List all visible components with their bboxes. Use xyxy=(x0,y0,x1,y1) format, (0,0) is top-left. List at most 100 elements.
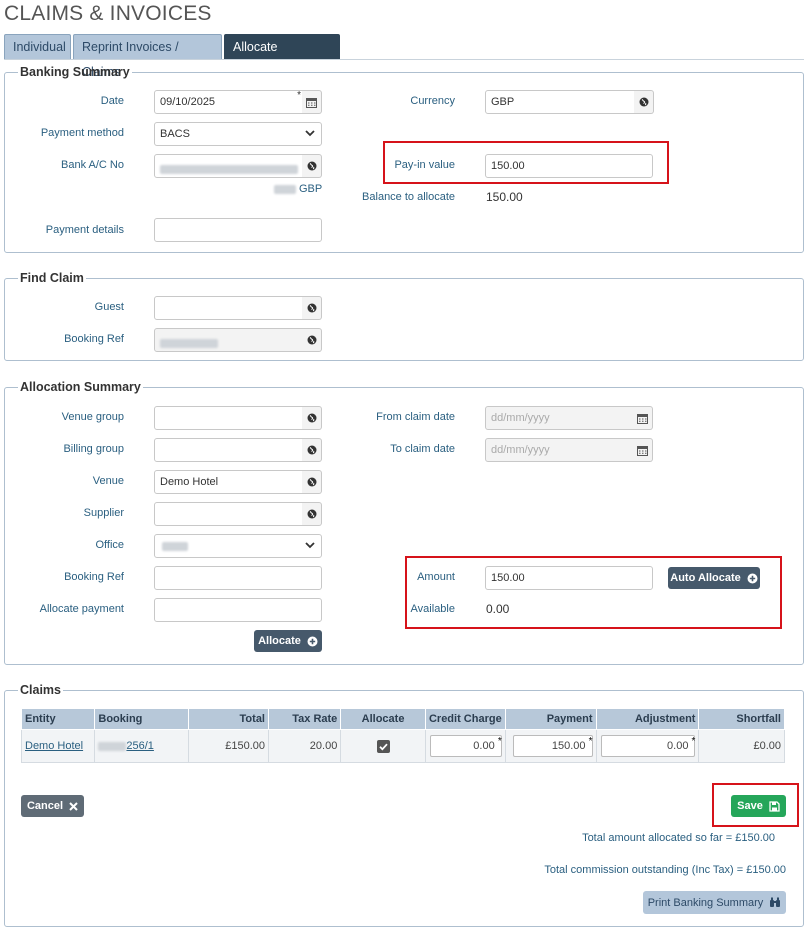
check-icon xyxy=(378,743,388,750)
column-header: Adjustment xyxy=(595,708,700,730)
find-claim-section: Find Claim xyxy=(4,271,804,361)
required-marker: * xyxy=(497,736,502,747)
highlight-box xyxy=(405,556,782,629)
table-row: Demo Hotel 256/1 £150.00 20.00 0.00 * 150… xyxy=(20,729,785,763)
allocate-button[interactable]: Allocate xyxy=(254,630,322,652)
supplier-label: Supplier xyxy=(83,507,124,519)
highlight-box xyxy=(383,141,669,184)
column-header: Allocate xyxy=(340,708,426,730)
calendar-icon[interactable] xyxy=(302,90,322,114)
guest-input[interactable] xyxy=(154,296,303,320)
balance-value: 150.00 xyxy=(486,190,523,204)
billing-group-input[interactable] xyxy=(154,438,303,462)
globe-icon[interactable] xyxy=(302,406,322,430)
credit-charge-input[interactable]: 0.00 * xyxy=(429,735,502,757)
venue-group-label: Venue group xyxy=(61,411,124,423)
tab-divider xyxy=(4,59,804,60)
entity-link[interactable]: Demo Hotel xyxy=(25,740,83,752)
from-date-input[interactable]: dd/mm/yyyy xyxy=(485,406,634,430)
from-date-label: From claim date xyxy=(376,411,455,423)
venue-label: Venue xyxy=(92,475,124,487)
balance-label: Balance to allocate xyxy=(362,191,455,203)
find-booking-ref-label: Booking Ref xyxy=(64,333,124,345)
chevron-down-icon xyxy=(305,542,315,549)
column-header: Credit Charge xyxy=(424,708,506,730)
booking-link[interactable]: 256/1 xyxy=(98,740,154,752)
required-marker: * xyxy=(588,736,593,747)
globe-icon[interactable] xyxy=(302,502,322,526)
claims-table: Entity Booking Total Tax Rate Allocate C… xyxy=(20,708,785,763)
claims-legend: Claims xyxy=(20,683,61,697)
print-banking-summary-button[interactable]: Print Banking Summary xyxy=(643,891,786,914)
allocation-booking-ref-label: Booking Ref xyxy=(64,571,124,583)
required-marker: * xyxy=(691,736,696,747)
globe-icon[interactable] xyxy=(302,328,322,352)
currency-input[interactable]: GBP xyxy=(485,90,635,114)
globe-icon[interactable] xyxy=(302,470,322,494)
billing-group-label: Billing group xyxy=(63,443,124,455)
globe-icon[interactable] xyxy=(302,154,322,178)
bank-account-label: Bank A/C No xyxy=(61,159,124,171)
redacted-value xyxy=(98,741,127,751)
chevron-down-icon xyxy=(305,130,315,137)
total-cell: £150.00 xyxy=(188,729,269,763)
tab-reprint[interactable]: Reprint Invoices / Claims xyxy=(73,34,222,79)
globe-icon[interactable] xyxy=(302,438,322,462)
find-claim-legend: Find Claim xyxy=(20,271,84,285)
binoculars-icon xyxy=(770,897,781,907)
page-title: CLAIMS & INVOICES xyxy=(4,2,212,25)
payment-details-input[interactable] xyxy=(154,218,322,242)
payment-details-label: Payment details xyxy=(45,224,124,236)
globe-icon[interactable] xyxy=(302,296,322,320)
column-header: Booking xyxy=(94,708,190,730)
cancel-button[interactable]: Cancel xyxy=(21,795,84,817)
bank-currency: GBP xyxy=(274,183,322,195)
column-header: Entity xyxy=(20,708,96,730)
find-booking-ref-input[interactable] xyxy=(154,328,303,352)
banking-summary-legend: Banking Summary xyxy=(20,65,130,79)
column-header: Payment xyxy=(504,708,597,730)
allocate-payment-input[interactable] xyxy=(154,598,322,622)
office-label: Office xyxy=(95,539,124,551)
payment-method-select[interactable]: BACS xyxy=(154,122,322,146)
close-icon xyxy=(69,801,78,811)
bank-account-input[interactable] xyxy=(154,154,303,178)
total-commission-text: Total commission outstanding (Inc Tax) =… xyxy=(544,864,786,876)
globe-icon[interactable] xyxy=(634,90,654,114)
allocate-payment-label: Allocate payment xyxy=(39,603,124,615)
redacted-value xyxy=(162,541,188,551)
redacted-value xyxy=(160,164,298,174)
tab-individual[interactable]: Individual xyxy=(4,34,71,60)
column-header: Tax Rate xyxy=(267,708,342,730)
payment-method-label: Payment method xyxy=(40,127,124,139)
adjustment-input[interactable]: 0.00 * xyxy=(601,735,696,757)
venue-input[interactable]: Demo Hotel xyxy=(154,470,303,494)
to-date-input[interactable]: dd/mm/yyyy xyxy=(485,438,634,462)
redacted-value xyxy=(160,338,218,348)
to-date-label: To claim date xyxy=(390,443,455,455)
table-header-row: Entity Booking Total Tax Rate Allocate C… xyxy=(20,708,785,730)
payment-input[interactable]: 150.00 * xyxy=(512,735,593,757)
shortfall-cell: £0.00 xyxy=(698,729,785,763)
allocation-booking-ref-input[interactable] xyxy=(154,566,322,590)
redacted-value xyxy=(274,184,296,194)
column-header: Total xyxy=(188,708,269,730)
venue-group-input[interactable] xyxy=(154,406,303,430)
calendar-icon[interactable] xyxy=(633,438,653,462)
allocate-checkbox[interactable] xyxy=(376,739,390,753)
tax-rate-cell: 20.00 xyxy=(267,729,342,763)
currency-label: Currency xyxy=(410,95,455,107)
calendar-icon[interactable] xyxy=(633,406,653,430)
required-marker: * xyxy=(297,90,301,101)
guest-label: Guest xyxy=(94,301,124,313)
supplier-input[interactable] xyxy=(154,502,303,526)
plus-circle-icon xyxy=(307,636,318,646)
tab-allocate-payments[interactable]: Allocate Payments xyxy=(224,34,340,79)
date-input[interactable]: 09/10/2025 * xyxy=(154,90,303,114)
highlight-box xyxy=(712,783,799,827)
total-allocated-text: Total amount allocated so far = £150.00 xyxy=(582,832,775,844)
allocation-summary-legend: Allocation Summary xyxy=(20,380,141,394)
office-select[interactable] xyxy=(154,534,322,558)
date-label: Date xyxy=(100,95,124,107)
column-header: Shortfall xyxy=(698,708,785,730)
